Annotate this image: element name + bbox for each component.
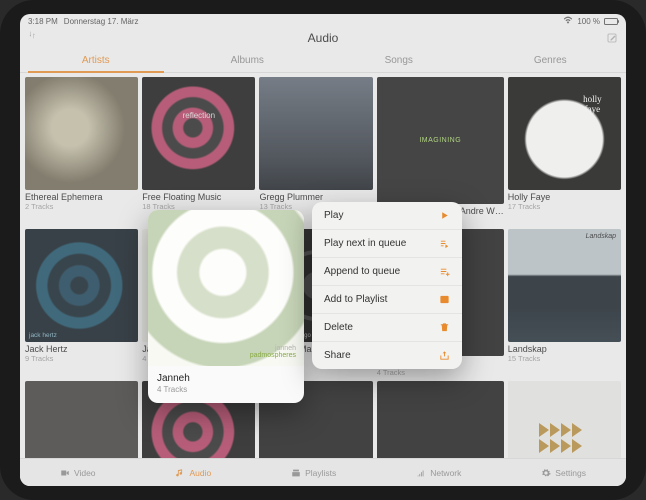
menu-play-next[interactable]: Play next in queue xyxy=(312,230,462,258)
menu-append-label: Append to queue xyxy=(324,266,400,277)
menu-play-label: Play xyxy=(324,210,343,221)
context-preview-card[interactable]: janneh padmospheres Janneh 4 Tracks xyxy=(148,210,304,403)
play-icon xyxy=(439,210,450,221)
context-preview-art: janneh padmospheres xyxy=(148,210,304,366)
menu-delete[interactable]: Delete xyxy=(312,314,462,342)
menu-add-playlist[interactable]: Add to Playlist xyxy=(312,286,462,314)
add-playlist-icon xyxy=(439,294,450,305)
context-preview-name: Janneh xyxy=(157,373,295,384)
append-icon xyxy=(439,266,450,277)
context-preview-art-label: janneh padmospheres xyxy=(250,345,296,360)
menu-play-next-label: Play next in queue xyxy=(324,238,406,249)
screen: 3:18 PM Donnerstag 17. März 100 % Audio … xyxy=(20,14,626,486)
share-icon xyxy=(439,350,450,361)
context-preview-tracks: 4 Tracks xyxy=(157,385,295,394)
menu-share[interactable]: Share xyxy=(312,342,462,369)
menu-append[interactable]: Append to queue xyxy=(312,258,462,286)
menu-add-playlist-label: Add to Playlist xyxy=(324,294,387,305)
trash-icon xyxy=(439,322,450,333)
menu-share-label: Share xyxy=(324,350,351,361)
context-menu: Play Play next in queue Append to queue … xyxy=(312,202,462,369)
play-next-icon xyxy=(439,238,450,249)
menu-delete-label: Delete xyxy=(324,322,353,333)
menu-play[interactable]: Play xyxy=(312,202,462,230)
ipad-frame: 3:18 PM Donnerstag 17. März 100 % Audio … xyxy=(0,0,646,500)
